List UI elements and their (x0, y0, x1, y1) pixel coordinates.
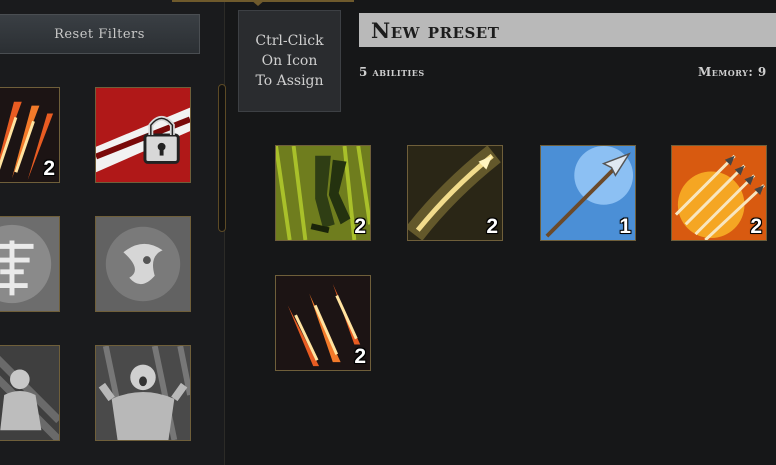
preset-ability-claw[interactable]: 2 (275, 275, 371, 371)
locked-bleed-icon (96, 88, 190, 182)
ability-count: 2 (354, 215, 366, 238)
library-ability-heal-rune[interactable] (0, 216, 60, 312)
ability-count: 2 (354, 345, 366, 368)
library-ability-fear-rune[interactable] (95, 216, 191, 312)
ability-count: 2 (486, 215, 498, 238)
library-ability-ghost[interactable] (0, 345, 60, 441)
ghost-figure-icon (0, 346, 59, 440)
ability-count: 2 (750, 215, 762, 238)
fear-rune-icon (96, 217, 190, 311)
preset-name-field[interactable]: New preset (359, 13, 776, 47)
library-scrollbar[interactable] (218, 84, 226, 232)
top-notch-icon (251, 0, 265, 6)
assign-hint-line-3: To Assign (255, 73, 324, 89)
abilities-count-label: 5 abilities (359, 65, 425, 79)
preset-ability-frost-arrow[interactable]: 1 (540, 145, 636, 241)
panel-divider (224, 0, 225, 465)
library-ability-claw[interactable]: 2 (0, 87, 60, 183)
reset-filters-button[interactable]: Reset Filters (0, 14, 200, 54)
heal-rune-icon (0, 217, 59, 311)
library-ability-bleed-locked[interactable] (95, 87, 191, 183)
rage-figure-icon (96, 346, 190, 440)
ability-count: 2 (43, 157, 55, 180)
preset-ability-fire-volley[interactable]: 2 (671, 145, 767, 241)
ability-count: 1 (619, 215, 631, 238)
memory-label: Memory: 9 (698, 65, 767, 79)
assign-hint: Ctrl-Click On Icon To Assign (238, 10, 341, 112)
assign-hint-line-1: Ctrl-Click (255, 33, 324, 49)
assign-hint-line-2: On Icon (261, 53, 318, 69)
preset-ability-piercing-shot[interactable]: 2 (407, 145, 503, 241)
library-ability-rage[interactable] (95, 345, 191, 441)
preset-ability-sprint[interactable]: 2 (275, 145, 371, 241)
